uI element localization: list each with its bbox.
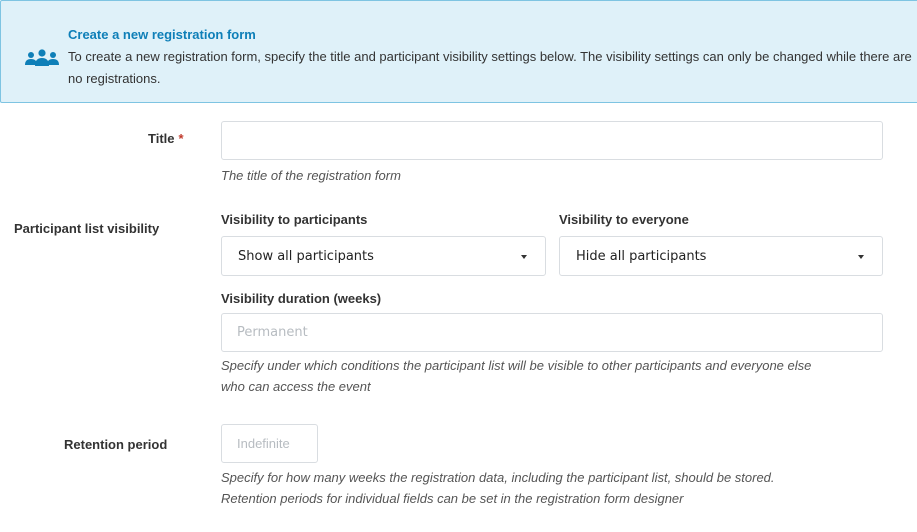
title-label-row: Title *	[148, 131, 184, 146]
visibility-everyone-value: Hide all participants	[576, 249, 707, 264]
chevron-down-icon	[858, 255, 864, 259]
visibility-everyone-label: Visibility to everyone	[559, 212, 689, 227]
chevron-down-icon	[521, 255, 527, 259]
visibility-participants-label: Visibility to participants	[221, 212, 368, 227]
title-input[interactable]	[221, 121, 883, 160]
visibility-label: Participant list visibility	[14, 221, 160, 236]
required-marker: *	[178, 131, 184, 146]
visibility-participants-select[interactable]: Show all participants	[221, 236, 546, 276]
visibility-participants-value: Show all participants	[238, 249, 374, 264]
visibility-everyone-select[interactable]: Hide all participants	[559, 236, 883, 276]
visibility-help: Specify under which conditions the parti…	[221, 358, 812, 394]
visibility-duration-input[interactable]	[221, 313, 883, 352]
info-text: To create a new registration form, speci…	[68, 49, 912, 86]
visibility-duration-label: Visibility duration (weeks)	[221, 291, 382, 306]
retention-label: Retention period	[64, 437, 168, 452]
registration-form-page: Create a new registration form To create…	[0, 0, 917, 532]
retention-help: Specify for how many weeks the registrat…	[221, 470, 775, 506]
info-title: Create a new registration form	[68, 27, 256, 42]
info-banner: Create a new registration form To create…	[0, 0, 917, 103]
retention-input[interactable]	[221, 424, 318, 463]
title-help: The title of the registration form	[221, 168, 401, 183]
title-label: Title	[148, 131, 175, 146]
users-icon	[25, 49, 59, 66]
